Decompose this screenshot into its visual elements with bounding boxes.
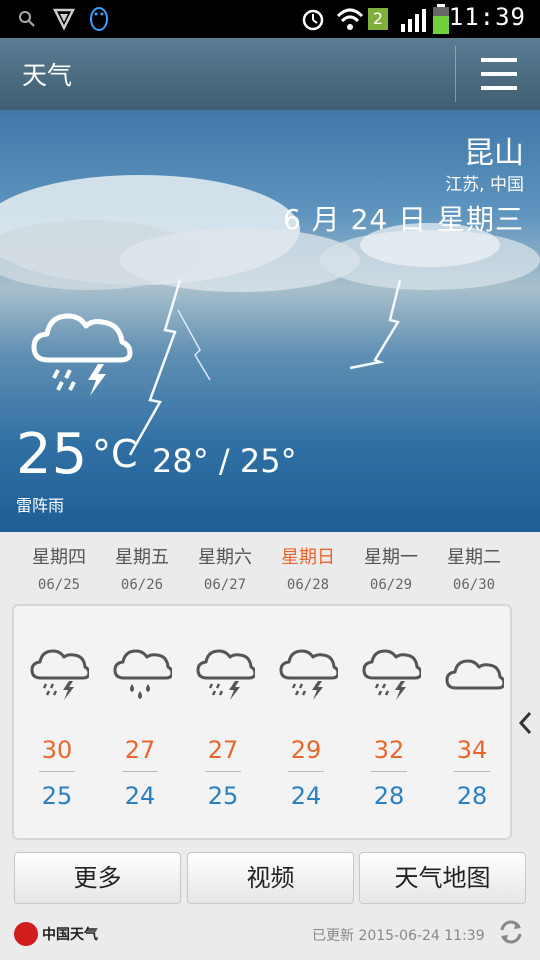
wifi-icon — [336, 8, 364, 30]
cloudy-icon — [445, 659, 504, 690]
battery-icon — [433, 4, 449, 34]
low-temp: 25 — [207, 782, 239, 810]
low-temp: 28 — [373, 782, 405, 810]
signal-icon — [401, 9, 426, 32]
temp-divider — [39, 771, 75, 772]
forecast-item: 29 24 — [266, 632, 346, 832]
forecast-day-headers: 星期四 06/25 星期五 06/26 星期六 06/27 星期日 06/28 星期一 0… — [0, 543, 540, 603]
forecast-item: 30 25 — [17, 632, 97, 832]
high-temp: 34 — [456, 736, 488, 764]
forecast-item: 32 28 — [349, 632, 429, 832]
brand-name: 中国天气 — [42, 927, 98, 943]
shield-icon — [52, 8, 76, 31]
forecast-day: 星期二 06/30 — [447, 547, 501, 593]
more-button[interactable]: 更多 — [14, 852, 181, 904]
temperature-range: 28° / 25° — [152, 442, 297, 480]
thunderstorm-icon — [196, 649, 255, 700]
thunderstorm-icon — [362, 649, 421, 700]
current-date: 6 月 24 日 星期三 — [282, 203, 524, 236]
high-temp: 27 — [207, 736, 239, 764]
alarm-icon — [302, 9, 324, 31]
logo-icon — [14, 922, 38, 946]
chevron-left-icon[interactable] — [516, 710, 536, 736]
sim-badge: 2 — [368, 8, 388, 30]
high-temp: 30 — [41, 736, 73, 764]
temp-divider — [122, 771, 158, 772]
refresh-icon[interactable] — [497, 918, 525, 946]
forecast-item: 34 28 — [432, 632, 512, 832]
menu-icon[interactable] — [478, 56, 520, 92]
low-temp: 24 — [124, 782, 156, 810]
low-temp: 25 — [41, 782, 73, 810]
video-button[interactable]: 视频 — [187, 852, 354, 904]
qq-penguin-icon — [90, 7, 108, 31]
thunderstorm-icon — [31, 313, 133, 396]
current-weather-panel: 昆山 江苏, 中国 6 月 24 日 星期三 25 °C 28° / 25° 雷… — [0, 110, 540, 532]
rain-icon — [113, 649, 172, 699]
forecast-item: 27 25 — [183, 632, 263, 832]
low-temp: 28 — [456, 782, 488, 810]
temp-divider — [454, 771, 490, 772]
weather-map-button[interactable]: 天气地图 — [359, 852, 526, 904]
clock: 11:39 — [448, 3, 526, 31]
current-temperature: 25 — [16, 422, 88, 487]
header-divider — [455, 46, 456, 102]
page-title: 天气 — [22, 61, 73, 90]
temp-divider — [371, 771, 407, 772]
low-temp: 24 — [290, 782, 322, 810]
update-timestamp: 已更新 2015-06-24 11:39 — [312, 928, 485, 944]
region-name: 江苏, 中国 — [445, 175, 524, 195]
brand-logo: 中国天气 — [14, 920, 104, 950]
forecast-day-highlighted: 星期日 06/28 — [281, 547, 335, 593]
high-temp: 27 — [124, 736, 156, 764]
app-header: 天气 — [0, 38, 540, 110]
forecast-day: 星期六 06/27 — [198, 547, 252, 593]
thunderstorm-icon — [30, 649, 89, 700]
forecast-item: 27 24 — [100, 632, 180, 832]
high-temp: 32 — [373, 736, 405, 764]
forecast-day: 星期四 06/25 — [32, 547, 86, 593]
weather-condition: 雷阵雨 — [16, 496, 65, 515]
temp-divider — [205, 771, 241, 772]
high-temp: 29 — [290, 736, 322, 764]
forecast-day: 星期五 06/26 — [115, 547, 169, 593]
status-bar: 2 11:39 — [0, 0, 540, 38]
search-icon — [19, 11, 35, 27]
temperature-unit: °C — [92, 432, 138, 476]
thunderstorm-icon — [279, 649, 338, 700]
city-name: 昆山 — [464, 136, 524, 171]
forecast-day: 星期一 06/29 — [364, 547, 418, 593]
temp-divider — [288, 771, 324, 772]
